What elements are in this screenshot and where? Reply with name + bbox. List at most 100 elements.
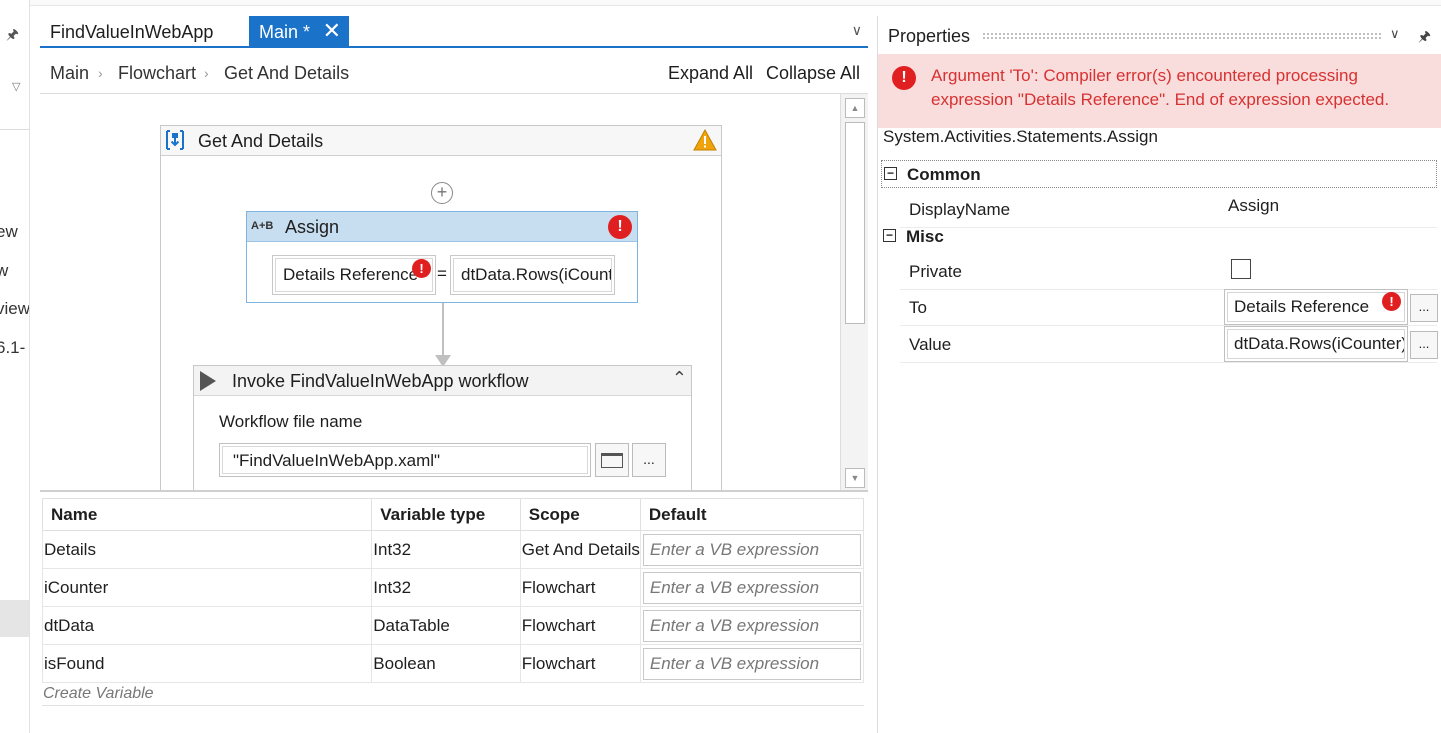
chevron-down-icon[interactable]: ▽	[12, 80, 20, 93]
assign-activity[interactable]: A+B Assign ! Details Reference ! = dtDat…	[246, 211, 638, 303]
chevron-down-icon[interactable]: ∨	[852, 22, 862, 39]
property-row-private[interactable]: Private	[900, 253, 1437, 290]
expand-all-link[interactable]: Expand All	[668, 63, 753, 84]
variable-default[interactable]: Enter a VB expression	[639, 568, 865, 607]
property-value[interactable]: Assign	[1228, 196, 1279, 216]
tab-findvalueinwebapp[interactable]: FindValueInWebApp	[40, 16, 245, 46]
variable-default[interactable]: Enter a VB expression	[639, 644, 865, 683]
property-row-to[interactable]: To Details Reference ! ...	[900, 289, 1438, 326]
properties-header: Properties ∨ 🖈	[878, 16, 1441, 54]
private-checkbox[interactable]	[1231, 259, 1251, 279]
drag-grip[interactable]	[982, 32, 1382, 39]
collapse-chevron-up-icon[interactable]: ⌃	[672, 368, 687, 389]
column-header-type[interactable]: Variable type	[371, 498, 521, 531]
browse-folder-button[interactable]	[595, 443, 629, 477]
create-variable-link[interactable]: Create Variable	[42, 682, 864, 706]
invoke-header[interactable]: Invoke FindValueInWebApp workflow ⌃	[194, 366, 691, 396]
assign-icon: A+B	[251, 220, 274, 232]
category-common[interactable]: − Common	[881, 160, 1437, 188]
panel-text-fragment: view	[0, 299, 30, 318]
assign-value-field[interactable]: dtData.Rows(iCounter)	[450, 255, 615, 295]
pin-icon[interactable]: 🖈	[1418, 26, 1431, 50]
variable-name[interactable]: Details	[41, 530, 373, 569]
assign-value-text: dtData.Rows(iCounter)	[453, 258, 612, 292]
to-input[interactable]: Details Reference	[1224, 289, 1408, 325]
table-row[interactable]: dtData DataTable Flowchart Enter a VB ex…	[41, 606, 865, 645]
divider	[0, 129, 29, 130]
collapse-icon[interactable]: −	[883, 229, 896, 242]
variable-name[interactable]: isFound	[41, 644, 373, 683]
top-divider	[0, 0, 1441, 6]
sequence-header[interactable]: Get And Details	[161, 126, 721, 156]
default-placeholder: Enter a VB expression	[642, 571, 861, 604]
variable-scope[interactable]: Flowchart	[519, 644, 641, 683]
error-icon[interactable]: !	[412, 259, 431, 278]
more-options-button[interactable]: ...	[632, 443, 666, 477]
variable-type[interactable]: Int32	[371, 530, 521, 569]
error-icon[interactable]: !	[608, 215, 632, 239]
pin-icon[interactable]: 🖈	[6, 24, 19, 48]
property-name: Private	[909, 262, 962, 281]
chevron-down-icon[interactable]: ∨	[1390, 26, 1400, 42]
breadcrumb-item-current: Get And Details	[224, 63, 350, 83]
add-activity-icon[interactable]: +	[431, 182, 453, 204]
panel-text-fragment: ew	[0, 222, 18, 241]
variable-default[interactable]: Enter a VB expression	[639, 606, 865, 645]
breadcrumb-item-main[interactable]: Main	[50, 63, 89, 84]
table-row[interactable]: Details Int32 Get And Details Enter a VB…	[41, 530, 865, 569]
panel-text-fragment: 6.1-	[0, 338, 26, 357]
workflow-file-input[interactable]: "FindValueInWebApp.xaml"	[219, 443, 591, 477]
breadcrumb: Main › Flowchart › Get And Details Expan…	[40, 50, 868, 94]
chevron-right-icon: ›	[204, 65, 209, 81]
scroll-down-icon[interactable]: ▼	[845, 468, 865, 488]
variable-scope[interactable]: Flowchart	[519, 568, 641, 607]
category-misc[interactable]: − Misc	[881, 223, 1437, 251]
error-icon[interactable]: !	[1382, 292, 1401, 311]
variable-type[interactable]: Int32	[371, 568, 521, 607]
left-panel: 🖈 ▽ ew w view 6.1-	[0, 0, 30, 733]
sequence-activity[interactable]: Get And Details + A+B Assign ! Details R…	[160, 125, 722, 490]
sequence-title: Get And Details	[198, 131, 324, 151]
table-row[interactable]: isFound Boolean Flowchart Enter a VB exp…	[41, 644, 865, 683]
assign-to-field[interactable]: Details Reference	[272, 255, 436, 295]
variable-type[interactable]: Boolean	[371, 644, 521, 683]
column-header-default[interactable]: Default	[639, 498, 865, 531]
selected-item-highlight[interactable]	[0, 600, 29, 637]
folder-icon	[601, 453, 623, 468]
collapse-all-link[interactable]: Collapse All	[766, 63, 860, 84]
default-placeholder: Enter a VB expression	[642, 609, 861, 642]
sequence-icon	[164, 129, 186, 151]
category-label: Common	[907, 165, 981, 184]
invoke-workflow-activity[interactable]: Invoke FindValueInWebApp workflow ⌃ Work…	[193, 365, 692, 490]
variable-type[interactable]: DataTable	[371, 606, 521, 645]
connector-line	[442, 303, 444, 357]
variable-name[interactable]: dtData	[41, 606, 373, 645]
designer-canvas[interactable]: Get And Details + A+B Assign ! Details R…	[40, 94, 840, 490]
value-input[interactable]: dtData.Rows(iCounter)	[1224, 326, 1408, 362]
scroll-thumb[interactable]	[845, 122, 865, 324]
to-editor-button[interactable]: ...	[1410, 294, 1438, 322]
vertical-scrollbar[interactable]: ▲ ▼	[840, 94, 868, 490]
close-icon[interactable]: ✕	[323, 16, 341, 46]
variable-default[interactable]: Enter a VB expression	[639, 530, 865, 569]
play-icon	[200, 371, 216, 391]
property-row-value[interactable]: Value dtData.Rows(iCounter) ...	[900, 326, 1438, 363]
variable-scope[interactable]: Flowchart	[519, 606, 641, 645]
panel-title: Properties	[888, 26, 971, 46]
tab-main[interactable]: Main * ✕	[249, 16, 349, 46]
warning-icon[interactable]	[693, 128, 717, 151]
assign-header[interactable]: A+B Assign !	[247, 212, 637, 242]
collapse-icon[interactable]: −	[884, 167, 897, 180]
column-header-name[interactable]: Name	[41, 498, 373, 531]
variable-scope[interactable]: Get And Details	[519, 530, 641, 569]
invoke-title: Invoke FindValueInWebApp workflow	[232, 371, 529, 391]
scroll-up-icon[interactable]: ▲	[845, 98, 865, 118]
breadcrumb-item-flowchart[interactable]: Flowchart	[118, 63, 196, 84]
table-row[interactable]: iCounter Int32 Flowchart Enter a VB expr…	[41, 568, 865, 607]
chevron-right-icon: ›	[98, 65, 103, 81]
value-text: dtData.Rows(iCounter)	[1227, 329, 1405, 359]
value-editor-button[interactable]: ...	[1410, 331, 1438, 359]
panel-text-fragment: w	[0, 261, 8, 281]
variable-name[interactable]: iCounter	[41, 568, 373, 607]
column-header-scope[interactable]: Scope	[519, 498, 641, 531]
